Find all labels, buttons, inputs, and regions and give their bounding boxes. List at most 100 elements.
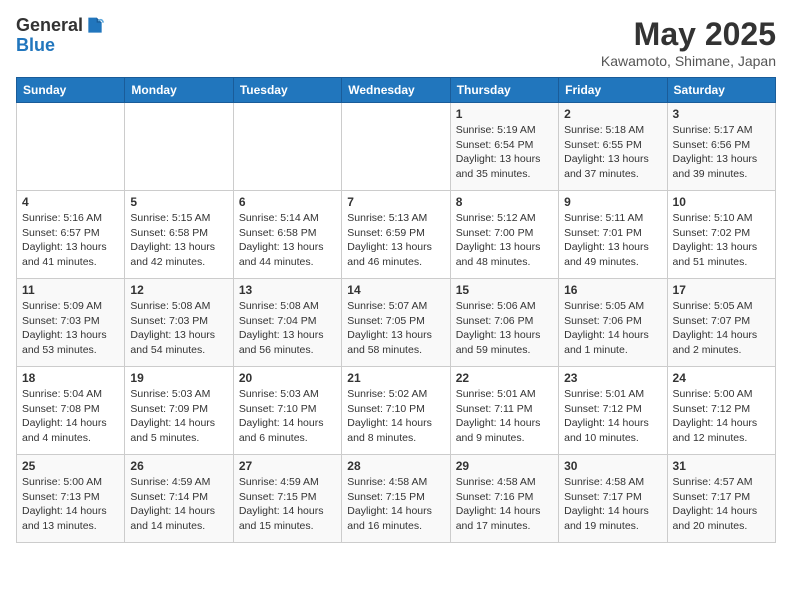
calendar-cell: 11 Sunrise: 5:09 AM Sunset: 7:03 PM Dayli…	[17, 279, 125, 367]
calendar-cell: 19 Sunrise: 5:03 AM Sunset: 7:09 PM Dayli…	[125, 367, 233, 455]
day-number: 28	[347, 459, 444, 473]
calendar-week-2: 4Sunrise: 5:16 AM Sunset: 6:57 PM Daylig…	[17, 191, 776, 279]
weekday-header-wednesday: Wednesday	[342, 78, 450, 103]
calendar-cell: 29 Sunrise: 4:58 AM Sunset: 7:16 PM Dayli…	[450, 455, 558, 543]
day-number: 6	[239, 195, 336, 209]
day-number: 13	[239, 283, 336, 297]
calendar-cell: 8Sunrise: 5:12 AM Sunset: 7:00 PM Daylig…	[450, 191, 558, 279]
calendar-cell: 23 Sunrise: 5:01 AM Sunset: 7:12 PM Dayli…	[559, 367, 667, 455]
day-info: Sunrise: 5:17 AM Sunset: 6:56 PM Dayligh…	[673, 123, 770, 182]
location: Kawamoto, Shimane, Japan	[601, 53, 776, 69]
day-info: Sunrise: 5:15 AM Sunset: 6:58 PM Dayligh…	[130, 211, 227, 270]
day-info: Sunrise: 5:13 AM Sunset: 6:59 PM Dayligh…	[347, 211, 444, 270]
calendar-cell: 2 Sunrise: 5:18 AM Sunset: 6:55 PM Daylig…	[559, 103, 667, 191]
day-number: 5	[130, 195, 227, 209]
day-info: Sunrise: 5:11 AM Sunset: 7:01 PM Dayligh…	[564, 211, 661, 270]
day-info: Sunrise: 5:18 AM Sunset: 6:55 PM Dayligh…	[564, 123, 661, 182]
calendar-cell: 24Sunrise: 5:00 AM Sunset: 7:12 PM Dayli…	[667, 367, 775, 455]
day-info: Sunrise: 5:16 AM Sunset: 6:57 PM Dayligh…	[22, 211, 119, 270]
day-info: Sunrise: 5:00 AM Sunset: 7:13 PM Dayligh…	[22, 475, 119, 534]
day-number: 11	[22, 283, 119, 297]
calendar-cell: 21 Sunrise: 5:02 AM Sunset: 7:10 PM Dayli…	[342, 367, 450, 455]
day-number: 17	[673, 283, 770, 297]
calendar-cell	[125, 103, 233, 191]
day-info: Sunrise: 4:59 AM Sunset: 7:15 PM Dayligh…	[239, 475, 336, 534]
day-number: 25	[22, 459, 119, 473]
calendar-cell	[17, 103, 125, 191]
day-info: Sunrise: 5:03 AM Sunset: 7:09 PM Dayligh…	[130, 387, 227, 446]
day-info: Sunrise: 5:06 AM Sunset: 7:06 PM Dayligh…	[456, 299, 553, 358]
day-number: 21	[347, 371, 444, 385]
day-info: Sunrise: 4:58 AM Sunset: 7:17 PM Dayligh…	[564, 475, 661, 534]
day-number: 29	[456, 459, 553, 473]
day-number: 27	[239, 459, 336, 473]
calendar-cell: 30 Sunrise: 4:58 AM Sunset: 7:17 PM Dayli…	[559, 455, 667, 543]
day-number: 26	[130, 459, 227, 473]
calendar-cell: 6 Sunrise: 5:14 AM Sunset: 6:58 PM Daylig…	[233, 191, 341, 279]
calendar-cell	[233, 103, 341, 191]
day-info: Sunrise: 5:01 AM Sunset: 7:12 PM Dayligh…	[564, 387, 661, 446]
calendar-cell: 14Sunrise: 5:07 AM Sunset: 7:05 PM Dayli…	[342, 279, 450, 367]
weekday-header-friday: Friday	[559, 78, 667, 103]
day-info: Sunrise: 5:12 AM Sunset: 7:00 PM Dayligh…	[456, 211, 553, 270]
day-info: Sunrise: 4:58 AM Sunset: 7:16 PM Dayligh…	[456, 475, 553, 534]
day-info: Sunrise: 5:01 AM Sunset: 7:11 PM Dayligh…	[456, 387, 553, 446]
calendar-header-row: SundayMondayTuesdayWednesdayThursdayFrid…	[17, 78, 776, 103]
day-number: 10	[673, 195, 770, 209]
month-title: May 2025	[601, 16, 776, 53]
calendar-cell: 5 Sunrise: 5:15 AM Sunset: 6:58 PM Daylig…	[125, 191, 233, 279]
day-info: Sunrise: 5:00 AM Sunset: 7:12 PM Dayligh…	[673, 387, 770, 446]
day-number: 19	[130, 371, 227, 385]
logo: General Blue	[16, 16, 105, 56]
day-info: Sunrise: 4:57 AM Sunset: 7:17 PM Dayligh…	[673, 475, 770, 534]
calendar-cell: 10 Sunrise: 5:10 AM Sunset: 7:02 PM Dayli…	[667, 191, 775, 279]
weekday-header-monday: Monday	[125, 78, 233, 103]
day-info: Sunrise: 5:19 AM Sunset: 6:54 PM Dayligh…	[456, 123, 553, 182]
day-info: Sunrise: 5:08 AM Sunset: 7:04 PM Dayligh…	[239, 299, 336, 358]
calendar-cell	[342, 103, 450, 191]
calendar-cell: 26 Sunrise: 4:59 AM Sunset: 7:14 PM Dayli…	[125, 455, 233, 543]
calendar-cell: 3 Sunrise: 5:17 AM Sunset: 6:56 PM Daylig…	[667, 103, 775, 191]
calendar-week-3: 11 Sunrise: 5:09 AM Sunset: 7:03 PM Dayli…	[17, 279, 776, 367]
day-number: 12	[130, 283, 227, 297]
calendar-cell: 13 Sunrise: 5:08 AM Sunset: 7:04 PM Dayli…	[233, 279, 341, 367]
day-number: 23	[564, 371, 661, 385]
day-number: 18	[22, 371, 119, 385]
day-info: Sunrise: 5:09 AM Sunset: 7:03 PM Dayligh…	[22, 299, 119, 358]
calendar-cell: 31 Sunrise: 4:57 AM Sunset: 7:17 PM Dayli…	[667, 455, 775, 543]
day-number: 7	[347, 195, 444, 209]
day-number: 20	[239, 371, 336, 385]
day-number: 22	[456, 371, 553, 385]
calendar-cell: 4Sunrise: 5:16 AM Sunset: 6:57 PM Daylig…	[17, 191, 125, 279]
weekday-header-saturday: Saturday	[667, 78, 775, 103]
day-info: Sunrise: 5:14 AM Sunset: 6:58 PM Dayligh…	[239, 211, 336, 270]
day-number: 30	[564, 459, 661, 473]
weekday-header-tuesday: Tuesday	[233, 78, 341, 103]
calendar-table: SundayMondayTuesdayWednesdayThursdayFrid…	[16, 77, 776, 543]
page-header: General Blue May 2025 Kawamoto, Shimane,…	[16, 16, 776, 69]
calendar-week-1: 1Sunrise: 5:19 AM Sunset: 6:54 PM Daylig…	[17, 103, 776, 191]
logo-blue: Blue	[16, 35, 55, 55]
day-info: Sunrise: 5:10 AM Sunset: 7:02 PM Dayligh…	[673, 211, 770, 270]
calendar-cell: 17 Sunrise: 5:05 AM Sunset: 7:07 PM Dayli…	[667, 279, 775, 367]
day-number: 2	[564, 107, 661, 121]
day-info: Sunrise: 5:02 AM Sunset: 7:10 PM Dayligh…	[347, 387, 444, 446]
calendar-cell: 1Sunrise: 5:19 AM Sunset: 6:54 PM Daylig…	[450, 103, 558, 191]
weekday-header-sunday: Sunday	[17, 78, 125, 103]
calendar-cell: 7 Sunrise: 5:13 AM Sunset: 6:59 PM Daylig…	[342, 191, 450, 279]
day-number: 31	[673, 459, 770, 473]
day-info: Sunrise: 5:03 AM Sunset: 7:10 PM Dayligh…	[239, 387, 336, 446]
title-block: May 2025 Kawamoto, Shimane, Japan	[601, 16, 776, 69]
day-info: Sunrise: 5:05 AM Sunset: 7:06 PM Dayligh…	[564, 299, 661, 358]
day-info: Sunrise: 5:05 AM Sunset: 7:07 PM Dayligh…	[673, 299, 770, 358]
day-info: Sunrise: 4:59 AM Sunset: 7:14 PM Dayligh…	[130, 475, 227, 534]
day-number: 16	[564, 283, 661, 297]
day-number: 3	[673, 107, 770, 121]
calendar-cell: 25 Sunrise: 5:00 AM Sunset: 7:13 PM Dayli…	[17, 455, 125, 543]
day-info: Sunrise: 5:08 AM Sunset: 7:03 PM Dayligh…	[130, 299, 227, 358]
calendar-week-4: 18 Sunrise: 5:04 AM Sunset: 7:08 PM Dayli…	[17, 367, 776, 455]
calendar-cell: 20 Sunrise: 5:03 AM Sunset: 7:10 PM Dayli…	[233, 367, 341, 455]
day-info: Sunrise: 5:04 AM Sunset: 7:08 PM Dayligh…	[22, 387, 119, 446]
calendar-cell: 16 Sunrise: 5:05 AM Sunset: 7:06 PM Dayli…	[559, 279, 667, 367]
day-number: 15	[456, 283, 553, 297]
